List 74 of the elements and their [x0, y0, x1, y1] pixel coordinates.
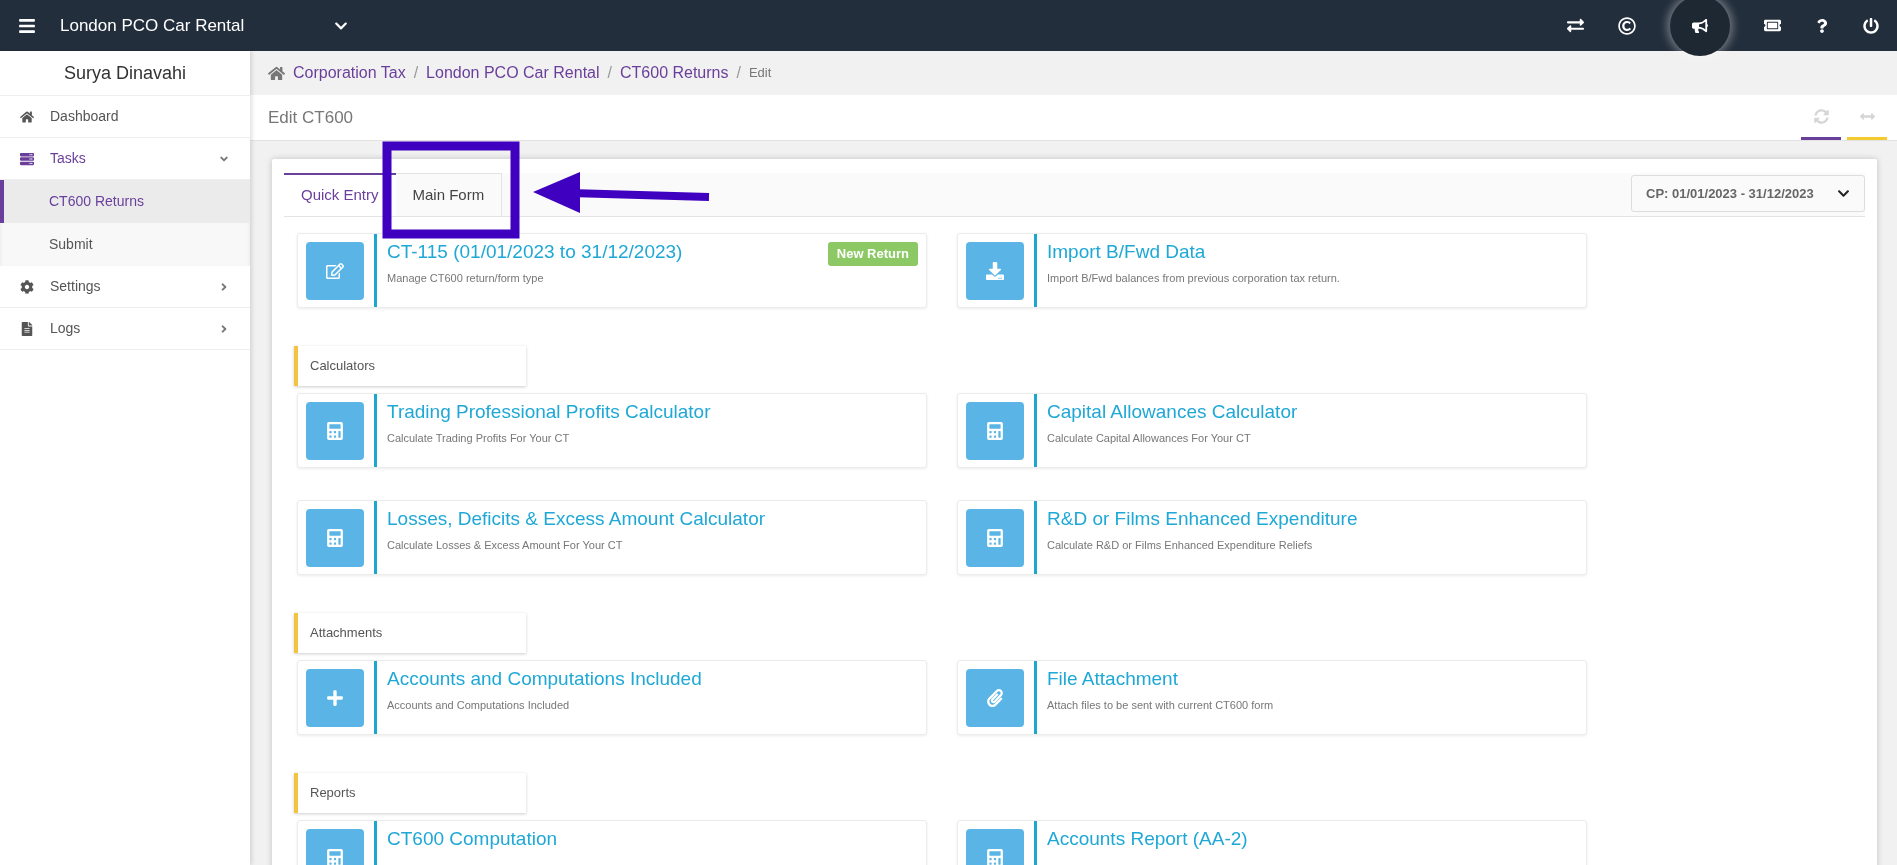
card-description: Calculate Losses & Excess Amount For Your CT: [387, 538, 624, 553]
tab[interactable]: Main Form: [395, 173, 503, 216]
card-description: Manage CT600 return/form type: [387, 271, 545, 286]
card-title[interactable]: Accounts Report (AA-2): [1047, 827, 1248, 851]
breadcrumb-separator: /: [607, 63, 612, 83]
gear-icon: [20, 279, 34, 294]
sidebar-item[interactable]: Logs: [0, 308, 250, 350]
menu-icon[interactable]: [18, 16, 36, 35]
card-title[interactable]: Losses, Deficits & Excess Amount Calculator: [387, 507, 766, 531]
chevron-down-icon: [1837, 187, 1850, 200]
stack-icon: [20, 151, 34, 166]
action-card[interactable]: Losses, Deficits & Excess Amount Calculator Calculate Losses & Excess Amount For Your CT: [297, 500, 927, 575]
card-description: Calculate Capital Allowances For Your CT: [1047, 431, 1252, 446]
breadcrumb-link[interactable]: Corporation Tax: [293, 61, 406, 85]
home-icon[interactable]: [268, 64, 285, 82]
section-heading: Reports: [294, 773, 526, 813]
breadcrumb-current: Edit: [748, 64, 772, 83]
status-badge: New Return: [827, 242, 918, 266]
home-icon: [20, 109, 34, 124]
card-description: Attach files to be sent with current CT600 form: [1047, 698, 1275, 713]
breadcrumb-separator: /: [413, 63, 419, 83]
section-heading: Calculators: [294, 346, 526, 386]
swap-arrows-icon[interactable]: [1567, 17, 1584, 34]
user-name: Surya Dinavahi: [0, 51, 250, 96]
card-title[interactable]: CT600 Computation: [387, 827, 558, 851]
card-title[interactable]: Trading Professional Profits Calculator: [387, 400, 711, 424]
card-description: Calculate R&D or Films Enhanced Expenditure Reliefs: [1047, 538, 1314, 553]
page-title: Edit CT600: [268, 106, 354, 129]
sidebar-item[interactable]: Settings: [0, 266, 250, 308]
action-card[interactable]: Capital Allowances Calculator Calculate Capital Allowances For Your CT: [957, 393, 1587, 468]
sidebar-subitem[interactable]: Submit: [0, 223, 250, 266]
download-icon: [986, 262, 1004, 280]
action-card[interactable]: Accounts Report (AA-2): [957, 820, 1587, 865]
sidebar-subitem[interactable]: CT600 Returns: [0, 180, 250, 223]
tab[interactable]: Quick Entry: [284, 173, 396, 216]
paperclip-icon: [986, 689, 1004, 707]
card-description: Calculate Trading Profits For Your CT: [387, 431, 571, 446]
breadcrumb-separator: /: [736, 63, 741, 83]
period-select[interactable]: CP: 01/01/2023 - 31/12/2023: [1631, 175, 1865, 212]
action-card[interactable]: R&D or Films Enhanced Expenditure Calculate R&D or Films Enhanced Expenditure Reliefs: [957, 500, 1587, 575]
card-title[interactable]: R&D or Films Enhanced Expenditure: [1047, 507, 1358, 531]
action-card[interactable]: CT600 Computation: [297, 820, 927, 865]
card-description: Import B/Fwd balances from previous corporation tax return.: [1047, 271, 1341, 286]
document-icon: [20, 321, 34, 336]
card-title[interactable]: File Attachment: [1047, 667, 1178, 691]
calculator-icon: [986, 529, 1004, 547]
section-heading: Attachments: [294, 613, 526, 653]
plus-icon: [326, 689, 344, 707]
edit-icon: [326, 262, 344, 280]
company-name[interactable]: London PCO Car Rental: [60, 12, 245, 39]
calculator-icon: [986, 849, 1004, 865]
action-card[interactable]: Accounts and Computations Included Accounts and Computations Included: [297, 660, 927, 735]
card-title[interactable]: Capital Allowances Calculator: [1047, 400, 1298, 424]
calculator-icon: [986, 422, 1004, 440]
calculator-icon: [326, 422, 344, 440]
power-icon[interactable]: [1863, 17, 1879, 34]
action-card[interactable]: File Attachment Attach files to be sent with current CT600 form: [957, 660, 1587, 735]
refresh-icon: [1813, 108, 1829, 124]
action-card[interactable]: Import B/Fwd Data Import B/Fwd balances from previous corporation tax return.: [957, 233, 1587, 308]
breadcrumb-link[interactable]: CT600 Returns: [620, 61, 729, 85]
coin-icon[interactable]: [1618, 16, 1636, 35]
calculator-icon: [326, 529, 344, 547]
card-title[interactable]: CT-115 (01/01/2023 to 31/12/2023): [387, 240, 683, 264]
card-title[interactable]: Import B/Fwd Data: [1047, 240, 1206, 264]
ticket-icon[interactable]: [1764, 17, 1781, 34]
calculator-icon: [326, 849, 344, 865]
card-description: Accounts and Computations Included: [387, 698, 571, 713]
megaphone-icon: [1692, 17, 1708, 34]
action-card[interactable]: Trading Professional Profits Calculator Calculate Trading Profits For Your CT: [297, 393, 927, 468]
megaphone-button[interactable]: [1670, 0, 1730, 56]
help-icon[interactable]: [1815, 18, 1829, 33]
card-title[interactable]: Accounts and Computations Included: [387, 667, 702, 691]
action-card[interactable]: CT-115 (01/01/2023 to 31/12/2023) Manage CT600 return/form type New Return: [297, 233, 927, 308]
breadcrumb-link[interactable]: London PCO Car Rental: [426, 61, 600, 85]
